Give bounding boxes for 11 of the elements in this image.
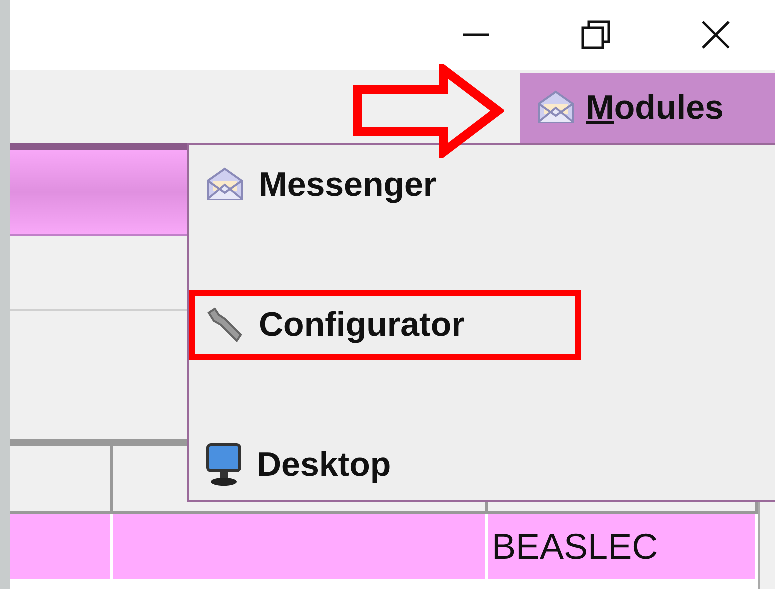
envelope-icon bbox=[205, 167, 245, 203]
table-row[interactable]: BEASLEC bbox=[10, 514, 775, 579]
table-cell: BEASLEC bbox=[488, 514, 758, 579]
menu-item[interactable]: Messenger bbox=[189, 150, 581, 220]
menu-item[interactable]: Desktop bbox=[189, 430, 581, 500]
modules-menu[interactable]: Modules bbox=[520, 73, 775, 143]
menu-item[interactable]: Configurator bbox=[189, 290, 581, 360]
wrench-icon bbox=[205, 305, 245, 345]
restore-icon[interactable] bbox=[579, 18, 613, 52]
envelope-icon bbox=[536, 90, 576, 126]
monitor-icon bbox=[205, 443, 243, 487]
